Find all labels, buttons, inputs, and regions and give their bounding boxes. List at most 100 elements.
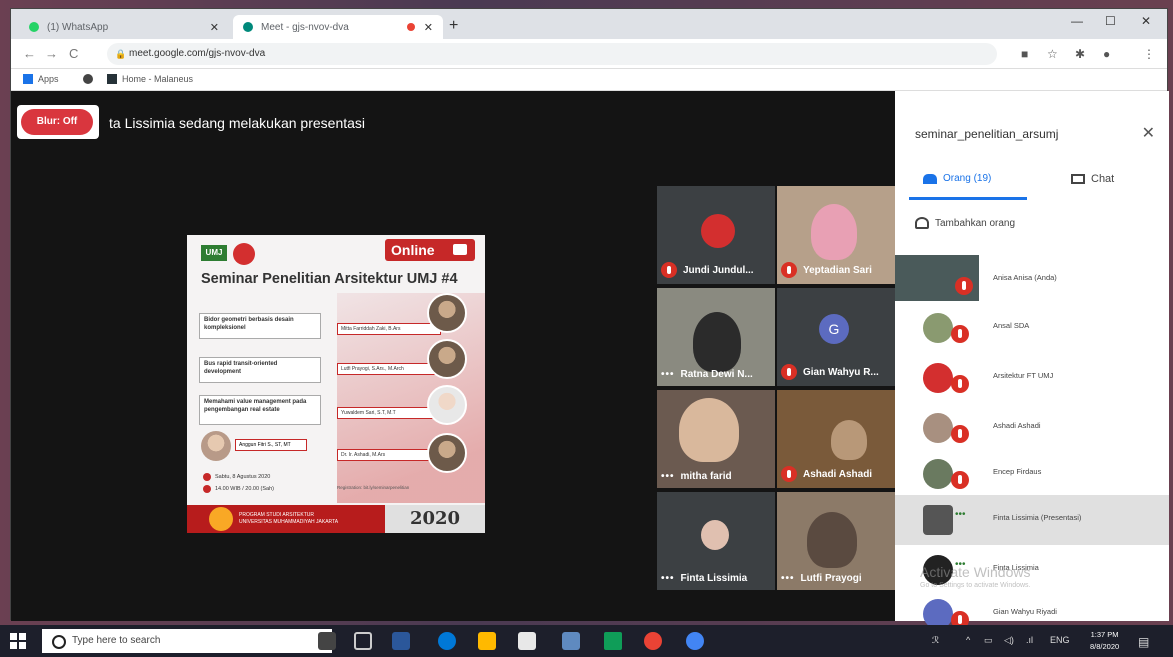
close-icon[interactable]: ✕ bbox=[424, 21, 433, 34]
task-view-icon[interactable] bbox=[354, 632, 372, 650]
network-icon[interactable]: .ıl bbox=[1026, 635, 1033, 645]
tile-label: ••• Finta Lissimia bbox=[661, 573, 747, 584]
participant-name: Gian Wahyu R... bbox=[803, 366, 879, 378]
mic-off-icon bbox=[661, 262, 677, 278]
mic-off-icon bbox=[955, 277, 973, 295]
globe-icon[interactable] bbox=[83, 74, 93, 84]
address-bar[interactable]: 🔒 meet.google.com/gjs-nvov-dva bbox=[107, 43, 997, 65]
participant-name: Jundi Jundul... bbox=[683, 264, 754, 276]
participant-name: Ashadi Ashadi bbox=[993, 421, 1041, 430]
taskbar-search[interactable]: Type here to search bbox=[42, 629, 332, 653]
participant-tile[interactable]: Jundi Jundul... bbox=[657, 186, 775, 284]
participant-tile[interactable]: ••• Finta Lissimia bbox=[657, 492, 775, 590]
topic-label: Memahami value management pada pengemban… bbox=[199, 395, 321, 425]
program-label: PROGRAM STUDI ARSITEKTUR UNIVERSITAS MUH… bbox=[239, 512, 338, 526]
participant-row[interactable]: Anisa Anisa (Anda) bbox=[895, 255, 1169, 305]
system-clock[interactable]: 1:37 PM 8/8/2020 bbox=[1090, 629, 1119, 653]
bookmark-apps[interactable]: Apps bbox=[23, 74, 59, 84]
tab-indicator bbox=[909, 197, 1027, 200]
participant-name: mitha farid bbox=[680, 471, 732, 482]
meet-stage: ta Lissimia sedang melakukan presentasi … bbox=[11, 91, 895, 621]
windows-start-icon[interactable] bbox=[10, 633, 26, 649]
participant-row[interactable]: Encep Firdaus bbox=[895, 449, 1169, 499]
battery-icon[interactable]: ▭ bbox=[984, 635, 993, 646]
moderator-label: Anggun Fitri S., ST, MT bbox=[235, 439, 307, 451]
tab-strip: (1) WhatsApp ✕ Meet - gjs-nvov-dva ✕ + —… bbox=[11, 9, 1167, 39]
participant-name: Ashadi Ashadi bbox=[803, 468, 873, 480]
back-icon[interactable]: ← bbox=[23, 46, 36, 61]
participant-tile[interactable]: ••• mitha farid bbox=[657, 390, 775, 488]
registration-link: Registration: bit.ly/seminarpenelitian bbox=[337, 485, 410, 490]
participant-row[interactable]: Ansal SDA bbox=[895, 303, 1169, 353]
recording-icon bbox=[407, 23, 415, 31]
university-emblem bbox=[209, 507, 233, 531]
store-icon[interactable] bbox=[518, 632, 536, 650]
tab-chat[interactable]: Chat bbox=[1071, 173, 1114, 185]
avatar-letter: G bbox=[819, 314, 849, 344]
mic-icon[interactable] bbox=[318, 632, 336, 650]
participant-tile[interactable]: ••• Lutfi Prayogi bbox=[777, 492, 895, 590]
speaker-photo bbox=[427, 433, 467, 473]
tab-meet[interactable]: Meet - gjs-nvov-dva ✕ bbox=[233, 15, 443, 39]
star-icon[interactable]: ☆ bbox=[1047, 47, 1058, 61]
profile-icon[interactable]: ● bbox=[1103, 47, 1110, 61]
reload-icon[interactable]: C bbox=[69, 46, 78, 61]
tile-label: ••• Ratna Dewi N... bbox=[661, 369, 753, 380]
close-icon[interactable]: ✕ bbox=[210, 21, 219, 34]
language-indicator[interactable]: ENG bbox=[1050, 635, 1070, 645]
volume-icon[interactable]: ◁) bbox=[1004, 635, 1014, 646]
tab-whatsapp[interactable]: (1) WhatsApp ✕ bbox=[19, 15, 229, 39]
close-panel-icon[interactable]: ✕ bbox=[1142, 123, 1155, 143]
tab-label: Meet - gjs-nvov-dva bbox=[261, 21, 349, 33]
minimize-icon[interactable]: — bbox=[1071, 14, 1083, 28]
people-tray-icon[interactable]: ℛ bbox=[932, 635, 939, 646]
participant-tile[interactable]: ••• Ratna Dewi N... bbox=[657, 288, 775, 386]
extension-icon[interactable]: ✱ bbox=[1075, 47, 1085, 61]
moderator-photo bbox=[201, 431, 231, 461]
add-people-button[interactable]: Tambahkan orang bbox=[915, 217, 1015, 229]
word-icon[interactable] bbox=[392, 632, 410, 650]
date-text: Sabtu, 8 Agustus 2020 bbox=[215, 474, 271, 480]
chat-icon bbox=[1071, 174, 1085, 184]
new-tab-button[interactable]: + bbox=[449, 17, 458, 35]
add-person-icon bbox=[915, 217, 929, 229]
menu-icon[interactable]: ⋮ bbox=[1143, 47, 1155, 61]
poster-title: Seminar Penelitian Arsitektur UMJ #4 bbox=[201, 271, 458, 287]
tab-label: (1) WhatsApp bbox=[47, 21, 109, 33]
arsitektur-logo bbox=[233, 243, 255, 265]
participant-name: Gian Wahyu Riyadi bbox=[993, 607, 1057, 616]
participant-tile[interactable]: Yeptadian Sari bbox=[777, 186, 895, 284]
more-icon: ••• bbox=[661, 573, 675, 584]
file-explorer-icon[interactable] bbox=[478, 632, 496, 650]
drive-icon[interactable] bbox=[604, 632, 622, 650]
people-icon bbox=[923, 173, 937, 184]
clock-time: 1:37 PM bbox=[1090, 630, 1119, 639]
whatsapp-icon bbox=[29, 22, 39, 32]
participant-name: Ratna Dewi N... bbox=[680, 369, 753, 380]
avatar bbox=[693, 312, 741, 372]
participant-row[interactable]: Arsitektur FT UMJ bbox=[895, 353, 1169, 403]
mic-off-icon bbox=[781, 262, 797, 278]
maximize-icon[interactable]: ☐ bbox=[1105, 14, 1116, 28]
tab-people[interactable]: Orang (19) bbox=[923, 173, 991, 184]
participant-tile[interactable]: Ashadi Ashadi bbox=[777, 390, 895, 488]
edge-icon[interactable] bbox=[438, 632, 456, 650]
chrome-icon[interactable] bbox=[686, 632, 704, 650]
camera-icon[interactable]: ■ bbox=[1021, 47, 1028, 61]
tray-chevron-icon[interactable]: ^ bbox=[966, 635, 970, 645]
notification-icon[interactable]: ▤ bbox=[1138, 635, 1149, 649]
participant-tile[interactable]: G Gian Wahyu R... bbox=[777, 288, 895, 386]
mail-icon[interactable] bbox=[562, 632, 580, 650]
more-icon[interactable]: ••• bbox=[955, 509, 966, 520]
bookmark-home[interactable]: Home - Malaneus bbox=[107, 74, 193, 84]
close-window-icon[interactable]: ✕ bbox=[1141, 14, 1151, 28]
participant-row[interactable]: Ashadi Ashadi bbox=[895, 403, 1169, 453]
participant-row[interactable]: ••• Finta Lissimia (Presentasi) bbox=[895, 495, 1169, 545]
opera-icon[interactable] bbox=[644, 632, 662, 650]
program-line: PROGRAM STUDI ARSITEKTUR bbox=[239, 512, 315, 518]
taskbar: Type here to search ℛ ^ ▭ ◁) .ıl ENG 1:3… bbox=[0, 625, 1173, 657]
tile-label: ••• Lutfi Prayogi bbox=[781, 573, 862, 584]
blur-toggle[interactable]: Blur: Off bbox=[17, 105, 99, 139]
participant-name: Anisa Anisa (Anda) bbox=[993, 273, 1057, 282]
forward-icon[interactable]: → bbox=[45, 46, 58, 61]
